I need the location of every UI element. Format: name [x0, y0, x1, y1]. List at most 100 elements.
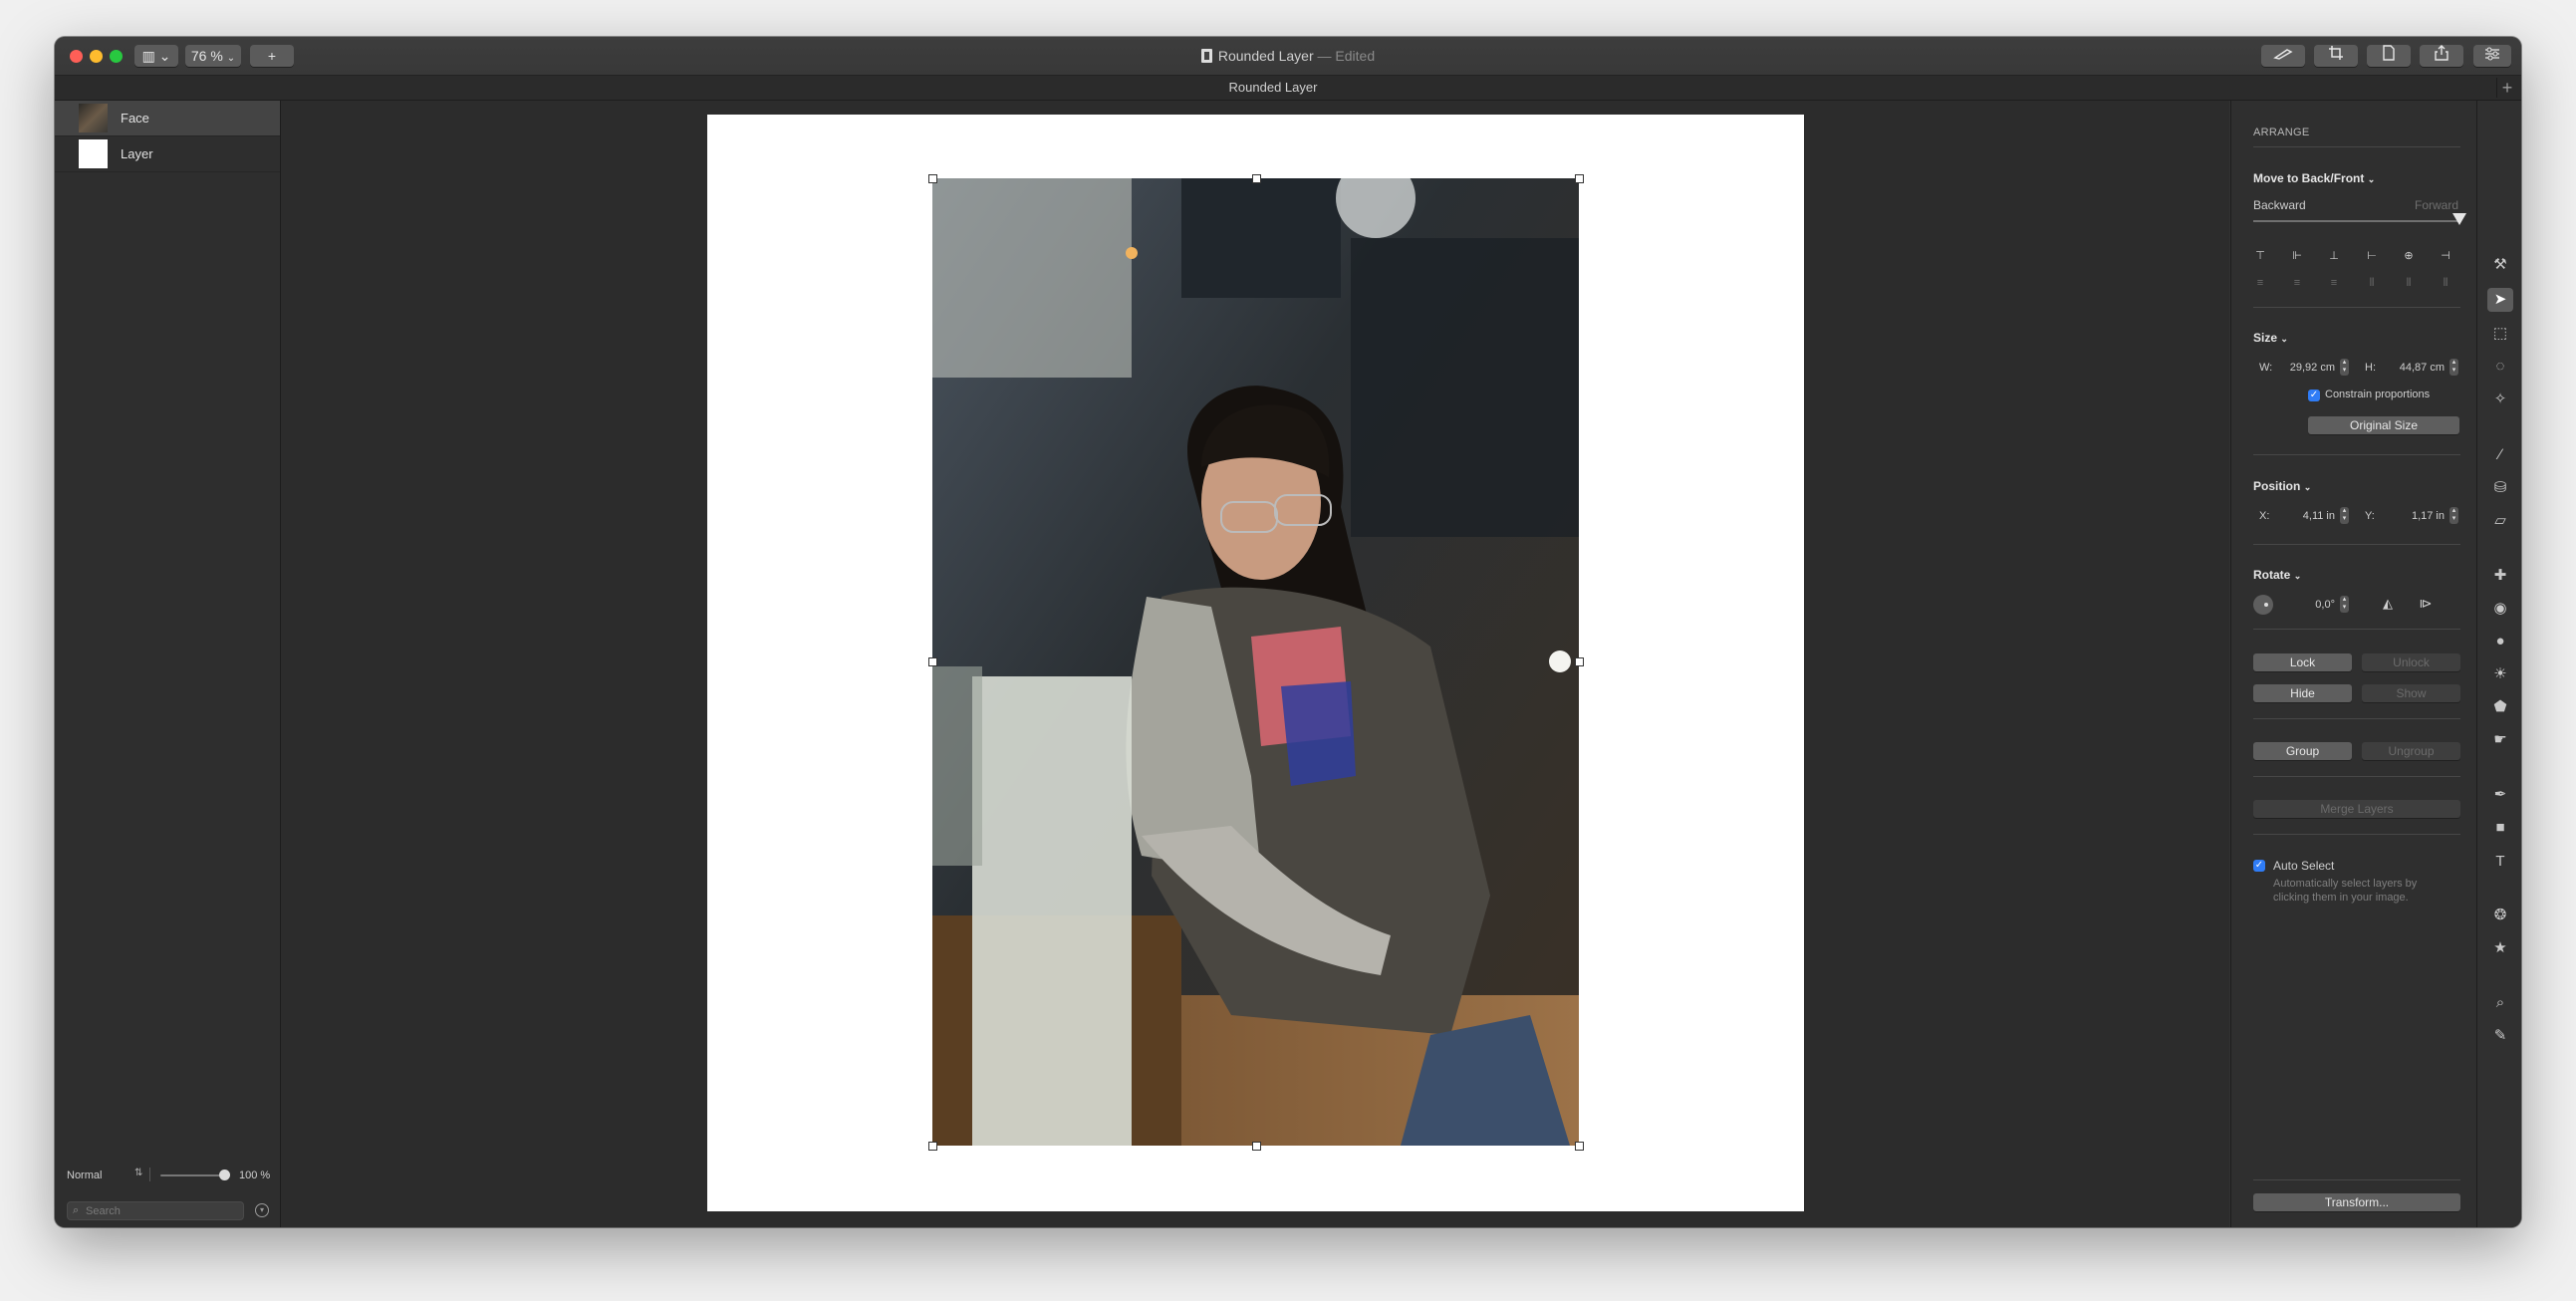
size-title[interactable]: Size ⌄	[2253, 331, 2288, 345]
shape-tool-icon[interactable]: ■	[2487, 816, 2513, 840]
show-button[interactable]: Show	[2362, 684, 2460, 702]
canvas-area[interactable]	[281, 101, 2229, 1227]
move-tool-icon[interactable]: ➤	[2487, 288, 2513, 312]
align-bottom-icon[interactable]: ⊥	[2327, 250, 2341, 262]
rotation-dial[interactable]	[2253, 595, 2273, 615]
eraser-icon[interactable]: ▱	[2487, 509, 2513, 533]
order-slider-knob[interactable]	[2452, 213, 2466, 225]
document-icon	[1200, 49, 1212, 63]
align-left-icon[interactable]: ⊢	[2365, 250, 2379, 262]
align-center-icon[interactable]: ⊕	[2402, 250, 2416, 262]
resize-handle-bottom-right[interactable]	[1575, 1142, 1584, 1151]
align-right-icon[interactable]: ⊣	[2439, 250, 2452, 262]
move-back-front-title[interactable]: Move to Back/Front ⌄	[2253, 171, 2375, 185]
tab-bar: Rounded Layer +	[55, 76, 2521, 101]
zoom-icon[interactable]: ⌕	[2487, 991, 2513, 1015]
auto-select-description: Automatically select layers by clicking …	[2273, 878, 2418, 904]
original-size-button[interactable]: Original Size	[2308, 416, 2459, 434]
resize-handle-left[interactable]	[928, 657, 937, 666]
effects-icon[interactable]: ❂	[2487, 904, 2513, 927]
search-icon: ⌕	[73, 1204, 80, 1216]
filter-icon[interactable]: ▾	[255, 1203, 269, 1217]
auto-select-checkbox[interactable]: ✓	[2253, 860, 2265, 872]
lasso-select-icon[interactable]: ◌	[2487, 355, 2513, 379]
paint-bucket-icon[interactable]: ⛁	[2487, 476, 2513, 500]
rotation-stepper[interactable]: ▴ ▾	[2340, 596, 2349, 613]
magic-select-icon[interactable]: ✧	[2487, 388, 2513, 411]
pen-tool-icon[interactable]: ✒	[2487, 783, 2513, 807]
rotate-title[interactable]: Rotate ⌄	[2253, 568, 2301, 582]
arrange-inspector: ARRANGE Move to Back/Front ⌄ Backward Fo…	[2230, 101, 2476, 1227]
width-label: W:	[2259, 362, 2273, 374]
layer-search[interactable]: ⌕	[67, 1201, 244, 1220]
lock-button[interactable]: Lock	[2253, 653, 2352, 671]
share-toolbar-button[interactable]	[2420, 45, 2463, 67]
transform-button[interactable]: Transform...	[2253, 1193, 2460, 1211]
star-effects-icon[interactable]: ★	[2487, 936, 2513, 960]
crop-toolbar-button[interactable]	[2314, 45, 2358, 67]
resize-handle-right[interactable]	[1575, 657, 1584, 666]
adjust-toolbar-button[interactable]	[2473, 45, 2511, 67]
resize-handle-top-left[interactable]	[928, 174, 937, 183]
search-input[interactable]	[86, 1202, 235, 1219]
paint-brush-icon[interactable]: ∕	[2487, 443, 2513, 467]
sponge-icon[interactable]: ⬟	[2487, 695, 2513, 719]
text-tool-icon[interactable]: T	[2487, 850, 2513, 874]
height-stepper[interactable]: ▴ ▾	[2449, 359, 2458, 376]
merge-layers-button[interactable]: Merge Layers	[2253, 800, 2460, 818]
width-stepper[interactable]: ▴ ▾	[2340, 359, 2349, 376]
blur-icon[interactable]: ●	[2487, 630, 2513, 653]
repair-icon[interactable]: ✚	[2487, 564, 2513, 588]
align-middle-icon[interactable]: ⊩	[2290, 250, 2304, 262]
divider	[2253, 776, 2460, 777]
layer-row-face[interactable]: Face	[55, 101, 280, 136]
y-field[interactable]: 1,17 in	[2381, 510, 2445, 522]
hide-button[interactable]: Hide	[2253, 684, 2352, 702]
move-back-front-label: Move to Back/Front	[2253, 171, 2365, 185]
position-label: Position	[2253, 479, 2301, 493]
document-canvas[interactable]	[707, 115, 1804, 1211]
x-field[interactable]: 4,11 in	[2275, 510, 2335, 522]
position-title[interactable]: Position ⌄	[2253, 479, 2311, 493]
ungroup-button[interactable]: Ungroup	[2362, 742, 2460, 760]
brush-toolbar-button[interactable]	[2261, 45, 2305, 67]
new-tab-button[interactable]: +	[2496, 78, 2517, 98]
height-field[interactable]: 44,87 cm	[2381, 362, 2445, 374]
group-button[interactable]: Group	[2253, 742, 2352, 760]
distribute-bottom-icon: ≡	[2330, 277, 2338, 289]
blend-mode-select[interactable]: Normal	[67, 1170, 102, 1181]
rotation-field[interactable]: 0,0°	[2275, 599, 2335, 611]
unlock-button[interactable]: Unlock	[2362, 653, 2460, 671]
align-top-icon[interactable]: ⊤	[2253, 250, 2267, 262]
divider	[149, 1168, 150, 1181]
resize-handle-top[interactable]	[1252, 174, 1261, 183]
opacity-slider[interactable]	[160, 1174, 228, 1176]
divider	[2253, 307, 2460, 308]
rectangle-select-icon[interactable]: ⬚	[2487, 322, 2513, 346]
resize-handle-bottom-left[interactable]	[928, 1142, 937, 1151]
flip-vertical-icon[interactable]: ⧐	[2419, 597, 2433, 610]
x-stepper[interactable]: ▴ ▾	[2340, 507, 2349, 524]
resize-handle-top-right[interactable]	[1575, 174, 1584, 183]
lighten-icon[interactable]: ☀	[2487, 662, 2513, 686]
selected-layer-image[interactable]	[932, 178, 1579, 1146]
clone-stamp-icon[interactable]: ◉	[2487, 597, 2513, 621]
opacity-value: 100 %	[239, 1170, 271, 1181]
arrange-tool-icon[interactable]: ⚒	[2487, 253, 2513, 277]
layer-thumbnail	[79, 139, 108, 168]
opacity-slider-knob[interactable]	[219, 1170, 230, 1180]
tab-document[interactable]: Rounded Layer	[55, 76, 2491, 100]
document-toolbar-button[interactable]	[2367, 45, 2411, 67]
resize-handle-bottom[interactable]	[1252, 1142, 1261, 1151]
flip-horizontal-icon[interactable]: ◭	[2381, 597, 2395, 610]
layer-row-layer[interactable]: Layer	[55, 136, 280, 172]
y-stepper[interactable]: ▴ ▾	[2449, 507, 2458, 524]
updown-chevron-icon[interactable]: ⇅	[134, 1168, 142, 1178]
smudge-icon[interactable]: ☛	[2487, 728, 2513, 752]
divider	[2253, 454, 2460, 455]
color-picker-icon[interactable]: ✎	[2487, 1024, 2513, 1048]
order-slider[interactable]	[2253, 220, 2458, 222]
constrain-checkbox[interactable]: ✓	[2308, 390, 2320, 401]
width-field[interactable]: 29,92 cm	[2275, 362, 2335, 374]
backward-label: Backward	[2253, 198, 2306, 212]
